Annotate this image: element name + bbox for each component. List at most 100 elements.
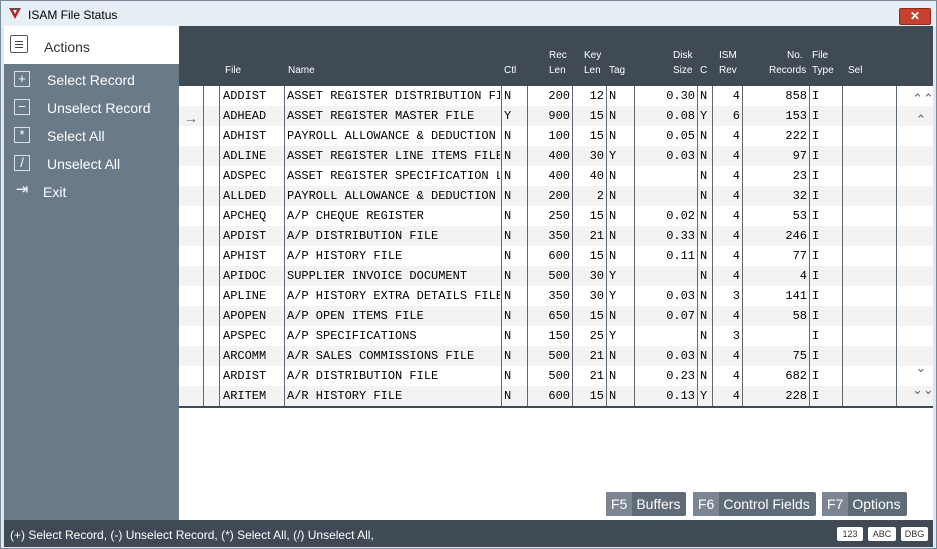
table-row[interactable]: APCHEQ A/P CHEQUE REGISTER N 250 15 N 0.02 N 4 53… (179, 206, 933, 226)
col-header-ism-rev-2[interactable]: Rev (719, 64, 737, 78)
cell-c: N (700, 289, 708, 303)
f5-buffers-button[interactable]: F5 Buffers (606, 492, 687, 516)
cell-name: ASSET REGISTER MASTER FILE (287, 109, 475, 123)
cell-ctl: N (504, 169, 512, 183)
menu-item-select-all[interactable]: * Select All (4, 124, 179, 150)
scroll-down-icon[interactable]: ⌄ (912, 361, 930, 377)
hamburger-menu-icon[interactable] (10, 35, 28, 53)
col-header-key-len[interactable]: Key (584, 49, 601, 63)
col-header-disk-size-2[interactable]: Size (673, 64, 692, 78)
cell-c: N (700, 269, 708, 283)
badge-123: 123 (837, 527, 863, 541)
col-header-c[interactable]: C (700, 64, 707, 78)
cell-name: A/P CHEQUE REGISTER (287, 209, 424, 223)
close-button[interactable]: ✕ (899, 8, 931, 25)
actions-header[interactable]: Actions (4, 26, 179, 64)
table-row[interactable]: APOPEN A/P OPEN ITEMS FILE N 650 15 N 0.07 N 4 58… (179, 306, 933, 326)
cell-key-len: 30 (589, 269, 604, 283)
col-header-key-len-2[interactable]: Len (584, 64, 601, 78)
cell-file: ADHEAD (223, 109, 267, 123)
table-row[interactable]: APDIST A/P DISTRIBUTION FILE N 350 21 N 0.33 N 4… (179, 226, 933, 246)
col-header-sel[interactable]: Sel (848, 64, 862, 78)
cell-file-type: I (812, 109, 820, 123)
cell-records: 246 (785, 229, 807, 243)
col-header-rec-len-2[interactable]: Len (549, 64, 566, 78)
table-row[interactable]: APIDOC SUPPLIER INVOICE DOCUMENT N 500 30 Y N 4… (179, 266, 933, 286)
cell-disk-size: 0.30 (666, 89, 695, 103)
col-header-file[interactable]: File (225, 64, 241, 78)
col-header-records-2[interactable]: Records (769, 64, 806, 78)
title-bar: ISAM File Status ✕ (1, 1, 936, 27)
cell-ctl: N (504, 209, 512, 223)
cell-c: N (700, 369, 708, 383)
window-title: ISAM File Status (28, 8, 118, 22)
cell-file-type: I (812, 89, 820, 103)
menu-item-unselect-all[interactable]: / Unselect All (4, 152, 179, 178)
table-row[interactable]: ADDIST ASSET REGISTER DISTRIBUTION FI N 200… (179, 86, 933, 106)
cell-ctl: N (504, 249, 512, 263)
f5-key-label: F5 (606, 492, 633, 516)
col-header-tag[interactable]: Tag (609, 64, 625, 78)
cell-records: 222 (785, 129, 807, 143)
cell-ctl: N (504, 89, 512, 103)
actions-sidebar: Actions + Select Record − Unselect Recor… (4, 26, 179, 520)
f7-options-button[interactable]: F7 Options (822, 492, 907, 516)
col-header-rec-len[interactable]: Rec (549, 49, 567, 63)
cell-name: A/P SPECIFICATIONS (287, 329, 417, 343)
cell-ctl: N (504, 229, 512, 243)
col-header-file-type-2[interactable]: Type (812, 64, 834, 78)
table-row[interactable]: ADHEAD ASSET REGISTER MASTER FILE Y 900 15 N 0… (179, 106, 933, 126)
table-row[interactable]: APHIST A/P HISTORY FILE N 600 15 N 0.11 N 4 77 I (179, 246, 933, 266)
cell-name: A/P OPEN ITEMS FILE (287, 309, 424, 323)
cell-records: 75 (792, 349, 807, 363)
cell-rec-len: 500 (548, 349, 570, 363)
cell-ism-rev: 4 (732, 309, 740, 323)
cell-file-type: I (812, 269, 820, 283)
plus-box-icon: + (14, 71, 30, 87)
cell-key-len: 30 (589, 149, 604, 163)
f6-key-label: F6 (693, 492, 720, 516)
cell-key-len: 2 (596, 189, 604, 203)
cell-ctl: N (504, 289, 512, 303)
slash-box-icon: / (14, 155, 30, 171)
cell-file: ADDIST (223, 89, 267, 103)
f6-control-fields-button[interactable]: F6 Control Fields (693, 492, 816, 516)
menu-item-select-record[interactable]: + Select Record (4, 68, 179, 94)
col-header-name[interactable]: Name (288, 64, 315, 78)
col-header-ctl[interactable]: Ctl (504, 64, 516, 78)
table-row[interactable]: APLINE A/P HISTORY EXTRA DETAILS FILE N 350… (179, 286, 933, 306)
cell-name: A/R DISTRIBUTION FILE (287, 369, 439, 383)
menu-item-exit[interactable]: ⇥ Exit (4, 180, 179, 206)
cell-name: PAYROLL ALLOWANCE & DEDUCTION (287, 189, 496, 203)
scroll-to-top-icon[interactable]: ⌃⌃ (912, 92, 934, 108)
scroll-up-icon[interactable]: ⌃ (912, 113, 930, 129)
cell-rec-len: 500 (548, 369, 570, 383)
table-row[interactable]: ALLDED PAYROLL ALLOWANCE & DEDUCTION N 200 2… (179, 186, 933, 206)
col-header-disk-size[interactable]: Disk (673, 49, 692, 63)
cell-records: 58 (792, 309, 807, 323)
table-row[interactable]: ADHIST PAYROLL ALLOWANCE & DEDUCTION N 100 1… (179, 126, 933, 146)
grid-header: File Name Ctl Rec Len Key Len Tag Disk S… (179, 26, 933, 86)
table-row[interactable]: ARDIST A/R DISTRIBUTION FILE N 500 21 N 0.23 N 4… (179, 366, 933, 386)
f6-button-label: Control Fields (723, 496, 810, 512)
cell-ctl: N (504, 149, 512, 163)
col-header-file-type[interactable]: File (812, 49, 828, 63)
menu-item-label: Unselect Record (47, 100, 151, 116)
col-header-records[interactable]: No. (787, 49, 803, 63)
table-row[interactable]: ARCOMM A/R SALES COMMISSIONS FILE N 500 21 N 0… (179, 346, 933, 366)
cell-disk-size: 0.03 (666, 149, 695, 163)
cell-file-type: I (812, 329, 820, 343)
scroll-to-bottom-icon[interactable]: ⌄⌄ (912, 383, 934, 399)
status-text: (+) Select Record, (-) Unselect Record, … (10, 528, 374, 542)
table-row[interactable]: ARITEM A/R HISTORY FILE N 600 15 N 0.13 Y 4 228 I (179, 386, 933, 406)
col-header-ism-rev[interactable]: ISM (719, 49, 737, 63)
cell-tag: N (609, 389, 617, 403)
menu-item-unselect-record[interactable]: − Unselect Record (4, 96, 179, 122)
cell-file-type: I (812, 349, 820, 363)
cell-ism-rev: 4 (732, 389, 740, 403)
cell-c: N (700, 149, 708, 163)
table-row[interactable]: ADSPEC ASSET REGISTER SPECIFICATION L N 400… (179, 166, 933, 186)
table-row[interactable]: APSPEC A/P SPECIFICATIONS N 150 25 Y N 3 I (179, 326, 933, 346)
cell-rec-len: 600 (548, 249, 570, 263)
table-row[interactable]: ADLINE ASSET REGISTER LINE ITEMS FILE N 400… (179, 146, 933, 166)
